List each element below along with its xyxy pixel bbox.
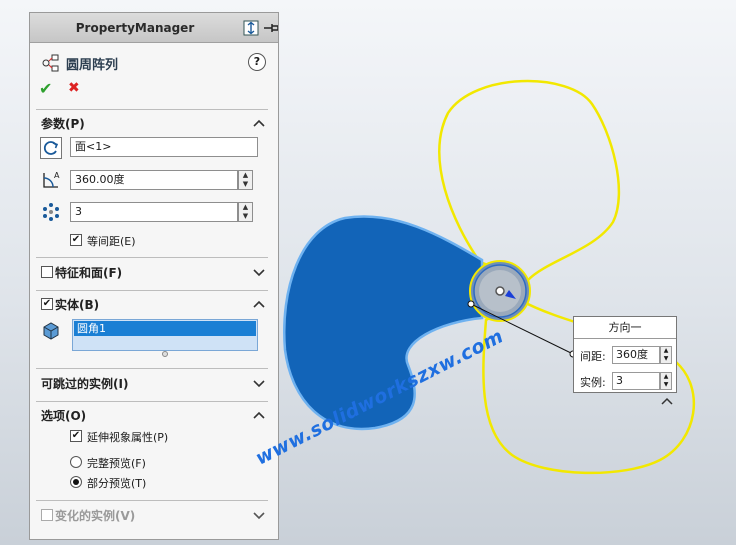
- callout-instances-spinner[interactable]: ▲ ▼: [660, 372, 672, 390]
- callout-title: 方向一: [574, 317, 676, 339]
- callout-instances-input[interactable]: 3: [612, 372, 660, 390]
- callout-spacing-spinner[interactable]: ▲ ▼: [660, 346, 672, 364]
- callout-collapse-icon[interactable]: [660, 396, 674, 406]
- graphics-area[interactable]: [0, 0, 736, 545]
- callout-instances-label: 实例:: [580, 376, 606, 389]
- callout-spacing-label: 间距:: [580, 350, 606, 363]
- direction-callout: 方向一 间距: 360度 ▲ ▼ 实例: 3 ▲ ▼: [573, 316, 677, 393]
- callout-spacing-input[interactable]: 360度: [612, 346, 660, 364]
